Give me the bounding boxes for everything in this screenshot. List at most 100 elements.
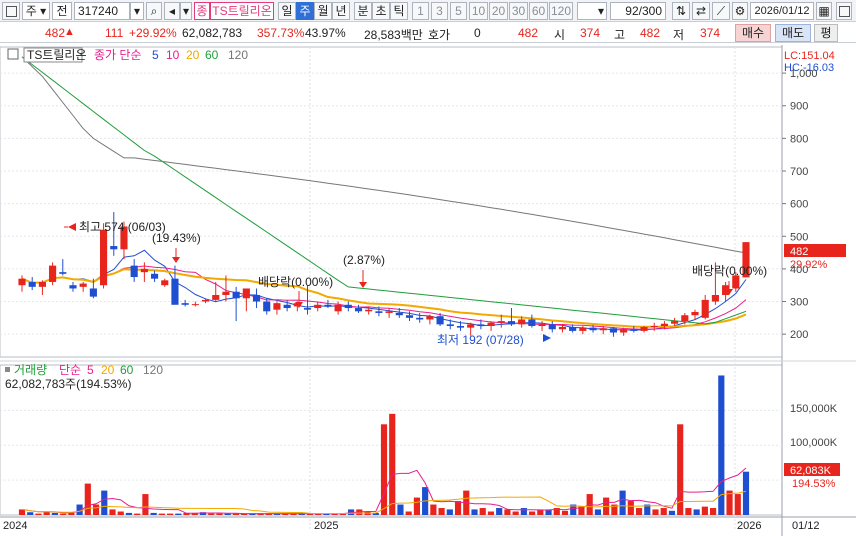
chevron-down-icon: ▾ [597, 4, 604, 18]
flat-button[interactable]: 평 [814, 24, 838, 42]
volume-bar [561, 510, 569, 515]
open-label: 시 [554, 28, 566, 42]
volume-bar [454, 501, 462, 515]
sound-button[interactable]: ◂ [164, 2, 180, 20]
speaker-icon: ◂ [168, 4, 176, 18]
interval-20[interactable]: 20 [489, 2, 508, 20]
volume-bar [487, 511, 495, 515]
code-dropdown-button[interactable]: ▾ [130, 2, 144, 20]
volume-panel-icon[interactable] [5, 367, 10, 372]
panel-icon[interactable] [7, 48, 19, 60]
window-menu-button[interactable] [2, 2, 20, 20]
interval-60[interactable]: 60 [529, 2, 548, 20]
interval-5[interactable]: 5 [450, 2, 467, 20]
date-input[interactable]: 2026/01/12 [750, 2, 814, 20]
vol-tick-100k: 100,000K [790, 437, 838, 449]
period-month[interactable]: 월 [314, 2, 332, 20]
calendar-icon: ▦ [818, 4, 830, 18]
interval-3[interactable]: 3 [431, 2, 448, 20]
interval-10[interactable]: 10 [469, 2, 488, 20]
candle-body [599, 328, 607, 331]
sell-button[interactable]: 매도 [775, 24, 811, 42]
volume-bar [150, 512, 157, 515]
volume-bar [35, 513, 42, 515]
ask-price: 482 [518, 26, 539, 40]
candle-body [671, 321, 679, 324]
candle-body [589, 327, 597, 331]
x-label-2025: 2025 [314, 520, 338, 532]
candle-body [324, 304, 332, 307]
candle-body [497, 321, 505, 323]
vol-ma-120: 120 [143, 363, 163, 377]
period-tick[interactable]: 틱 [390, 2, 408, 20]
toolbar: 주 ▾ 전 317240 ▾ ⌕ ◂ ▾ 종 TS트릴리온 일 주 월 년 분 … [0, 0, 856, 22]
candle-body [232, 291, 240, 299]
volume-bar [125, 512, 133, 515]
stock-type-badge: 종 [194, 2, 210, 20]
count-input[interactable]: 92/300 [610, 2, 666, 20]
chart-type-button[interactable]: ⇅ [672, 2, 690, 20]
current-price: 482 [45, 26, 66, 40]
volume-bar [619, 490, 626, 515]
candle-body [161, 280, 169, 286]
indicator-button[interactable]: ⟋ [712, 2, 730, 20]
volume-bar [512, 511, 519, 515]
candle-body [212, 295, 220, 300]
vol-tick-150k: 150,000K [790, 403, 838, 415]
candle-body [130, 265, 138, 278]
ma60-line [21, 56, 747, 325]
volume-bar [101, 490, 108, 515]
buy-button[interactable]: 매수 [735, 24, 771, 42]
candle-body [528, 319, 536, 326]
stock-code-input[interactable]: 317240 [74, 2, 130, 20]
search-button[interactable]: ⌕ [146, 2, 162, 20]
candle-body [110, 246, 118, 250]
stock-name[interactable]: TS트릴리온 [210, 2, 274, 20]
window-icon [5, 6, 17, 18]
candle-body [283, 304, 291, 309]
change-percent: +29.92% [129, 26, 177, 40]
period-day[interactable]: 일 [278, 2, 296, 20]
period-minute[interactable]: 분 [354, 2, 372, 20]
candle-body [181, 303, 189, 305]
price-tick-label: 300 [790, 297, 808, 309]
volume-bar [742, 471, 750, 515]
volume-bar [701, 506, 708, 515]
candle-body [507, 321, 516, 325]
volume-bar [652, 509, 659, 515]
price-volume-chart[interactable]: TS트릴리온 종가 단순 5 10 20 60 120 LC:151.04 HC… [0, 45, 856, 536]
volume-bar [446, 509, 453, 515]
candle-body [303, 308, 312, 310]
candle-body [518, 319, 526, 325]
ma20-line [21, 268, 747, 328]
period-second[interactable]: 초 [372, 2, 390, 20]
market-select[interactable]: 주 ▾ [22, 2, 50, 20]
vol-ma-5: 5 [87, 363, 94, 377]
calendar-button[interactable]: ▦ [816, 2, 832, 20]
period-week[interactable]: 주 [296, 2, 314, 20]
window-control-button[interactable] [836, 2, 852, 20]
settings-button[interactable]: ⚙ [732, 2, 748, 20]
prev-button[interactable]: 전 [52, 2, 72, 20]
candle-body [201, 299, 210, 302]
interval-1[interactable]: 1 [412, 2, 429, 20]
candle-body [558, 326, 567, 330]
period-year[interactable]: 년 [332, 2, 350, 20]
ma-20: 20 [186, 48, 200, 62]
volume-bar [529, 511, 536, 515]
last-volume-pct: 194.53% [792, 478, 836, 490]
candle-body [681, 315, 689, 322]
interval-30[interactable]: 30 [509, 2, 528, 20]
candle-body [385, 311, 393, 313]
high-price: 482 [640, 26, 661, 40]
lc-label: LC:151.04 [784, 50, 835, 62]
sound-dropdown-button[interactable]: ▾ [180, 2, 192, 20]
interval-input[interactable]: ▾ [577, 2, 607, 20]
annotation-div2: 배당락(0.00%) [692, 264, 767, 278]
interval-120[interactable]: 120 [549, 2, 573, 20]
ma-60: 60 [205, 48, 219, 62]
compare-button[interactable]: ⇄ [692, 2, 710, 20]
high-label: 고 [614, 28, 626, 42]
volume-bar [660, 508, 667, 515]
chart-area[interactable]: TS트릴리온 종가 단순 5 10 20 60 120 LC:151.04 HC… [0, 45, 856, 536]
